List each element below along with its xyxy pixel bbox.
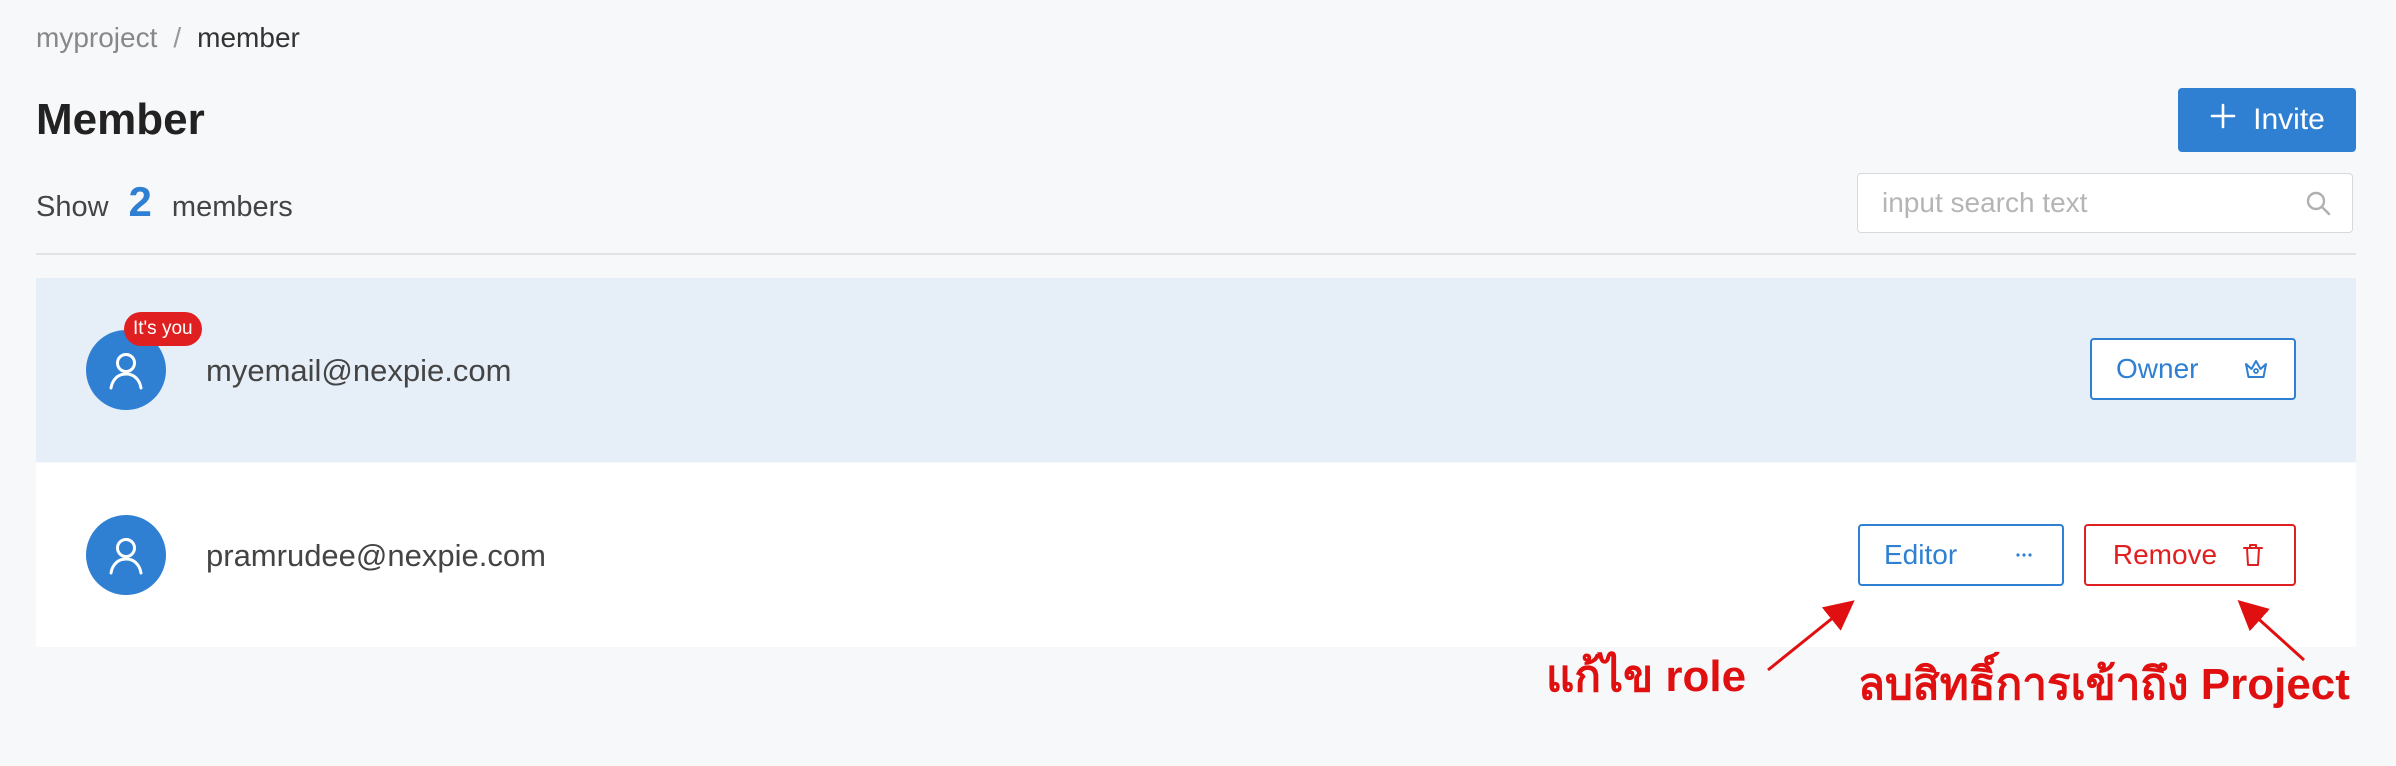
breadcrumb-separator: / xyxy=(173,22,182,53)
breadcrumb-current: member xyxy=(197,22,300,53)
remove-access-annotation: ลบสิทธิ์การเข้าถึง Project xyxy=(1858,660,2350,709)
edit-role-annotation: แก้ไข role xyxy=(1546,652,1747,701)
member-email: pramrudee@nexpie.com xyxy=(206,538,546,573)
ellipsis-icon xyxy=(2010,541,2038,569)
trash-icon xyxy=(2239,541,2267,569)
role-label: Editor xyxy=(1884,539,1958,570)
role-label: Owner xyxy=(2116,353,2199,384)
user-icon xyxy=(109,353,143,390)
member-row-self: It's you myemail@nexpie.com Owner xyxy=(36,278,2356,462)
summary-prefix: Show xyxy=(36,191,109,223)
plus-icon xyxy=(2209,102,2237,138)
member-row: pramrudee@nexpie.com Editor Remove xyxy=(36,463,2356,647)
owner-role-button[interactable]: Owner xyxy=(2090,338,2296,400)
member-count-summary: Show 2 members xyxy=(36,178,293,226)
breadcrumb-project-link[interactable]: myproject xyxy=(36,22,157,53)
divider xyxy=(36,253,2356,255)
member-email: myemail@nexpie.com xyxy=(206,353,512,388)
page-title: Member xyxy=(36,95,205,144)
search-input[interactable] xyxy=(1880,186,2304,220)
breadcrumb: myproject / member xyxy=(36,20,300,56)
summary-suffix: members xyxy=(171,191,293,223)
member-count: 2 xyxy=(128,178,152,225)
search-box xyxy=(1857,173,2353,233)
crown-icon xyxy=(2242,355,2270,383)
invite-button[interactable]: Invite xyxy=(2178,88,2356,152)
editor-role-button[interactable]: Editor xyxy=(1858,524,2064,586)
invite-button-label: Invite xyxy=(2253,103,2325,136)
its-you-badge: It's you xyxy=(124,312,202,346)
search-icon[interactable] xyxy=(2304,189,2332,217)
remove-button-label: Remove xyxy=(2112,539,2218,570)
remove-member-button[interactable]: Remove xyxy=(2084,524,2296,586)
user-icon xyxy=(109,538,143,575)
avatar xyxy=(86,515,166,595)
